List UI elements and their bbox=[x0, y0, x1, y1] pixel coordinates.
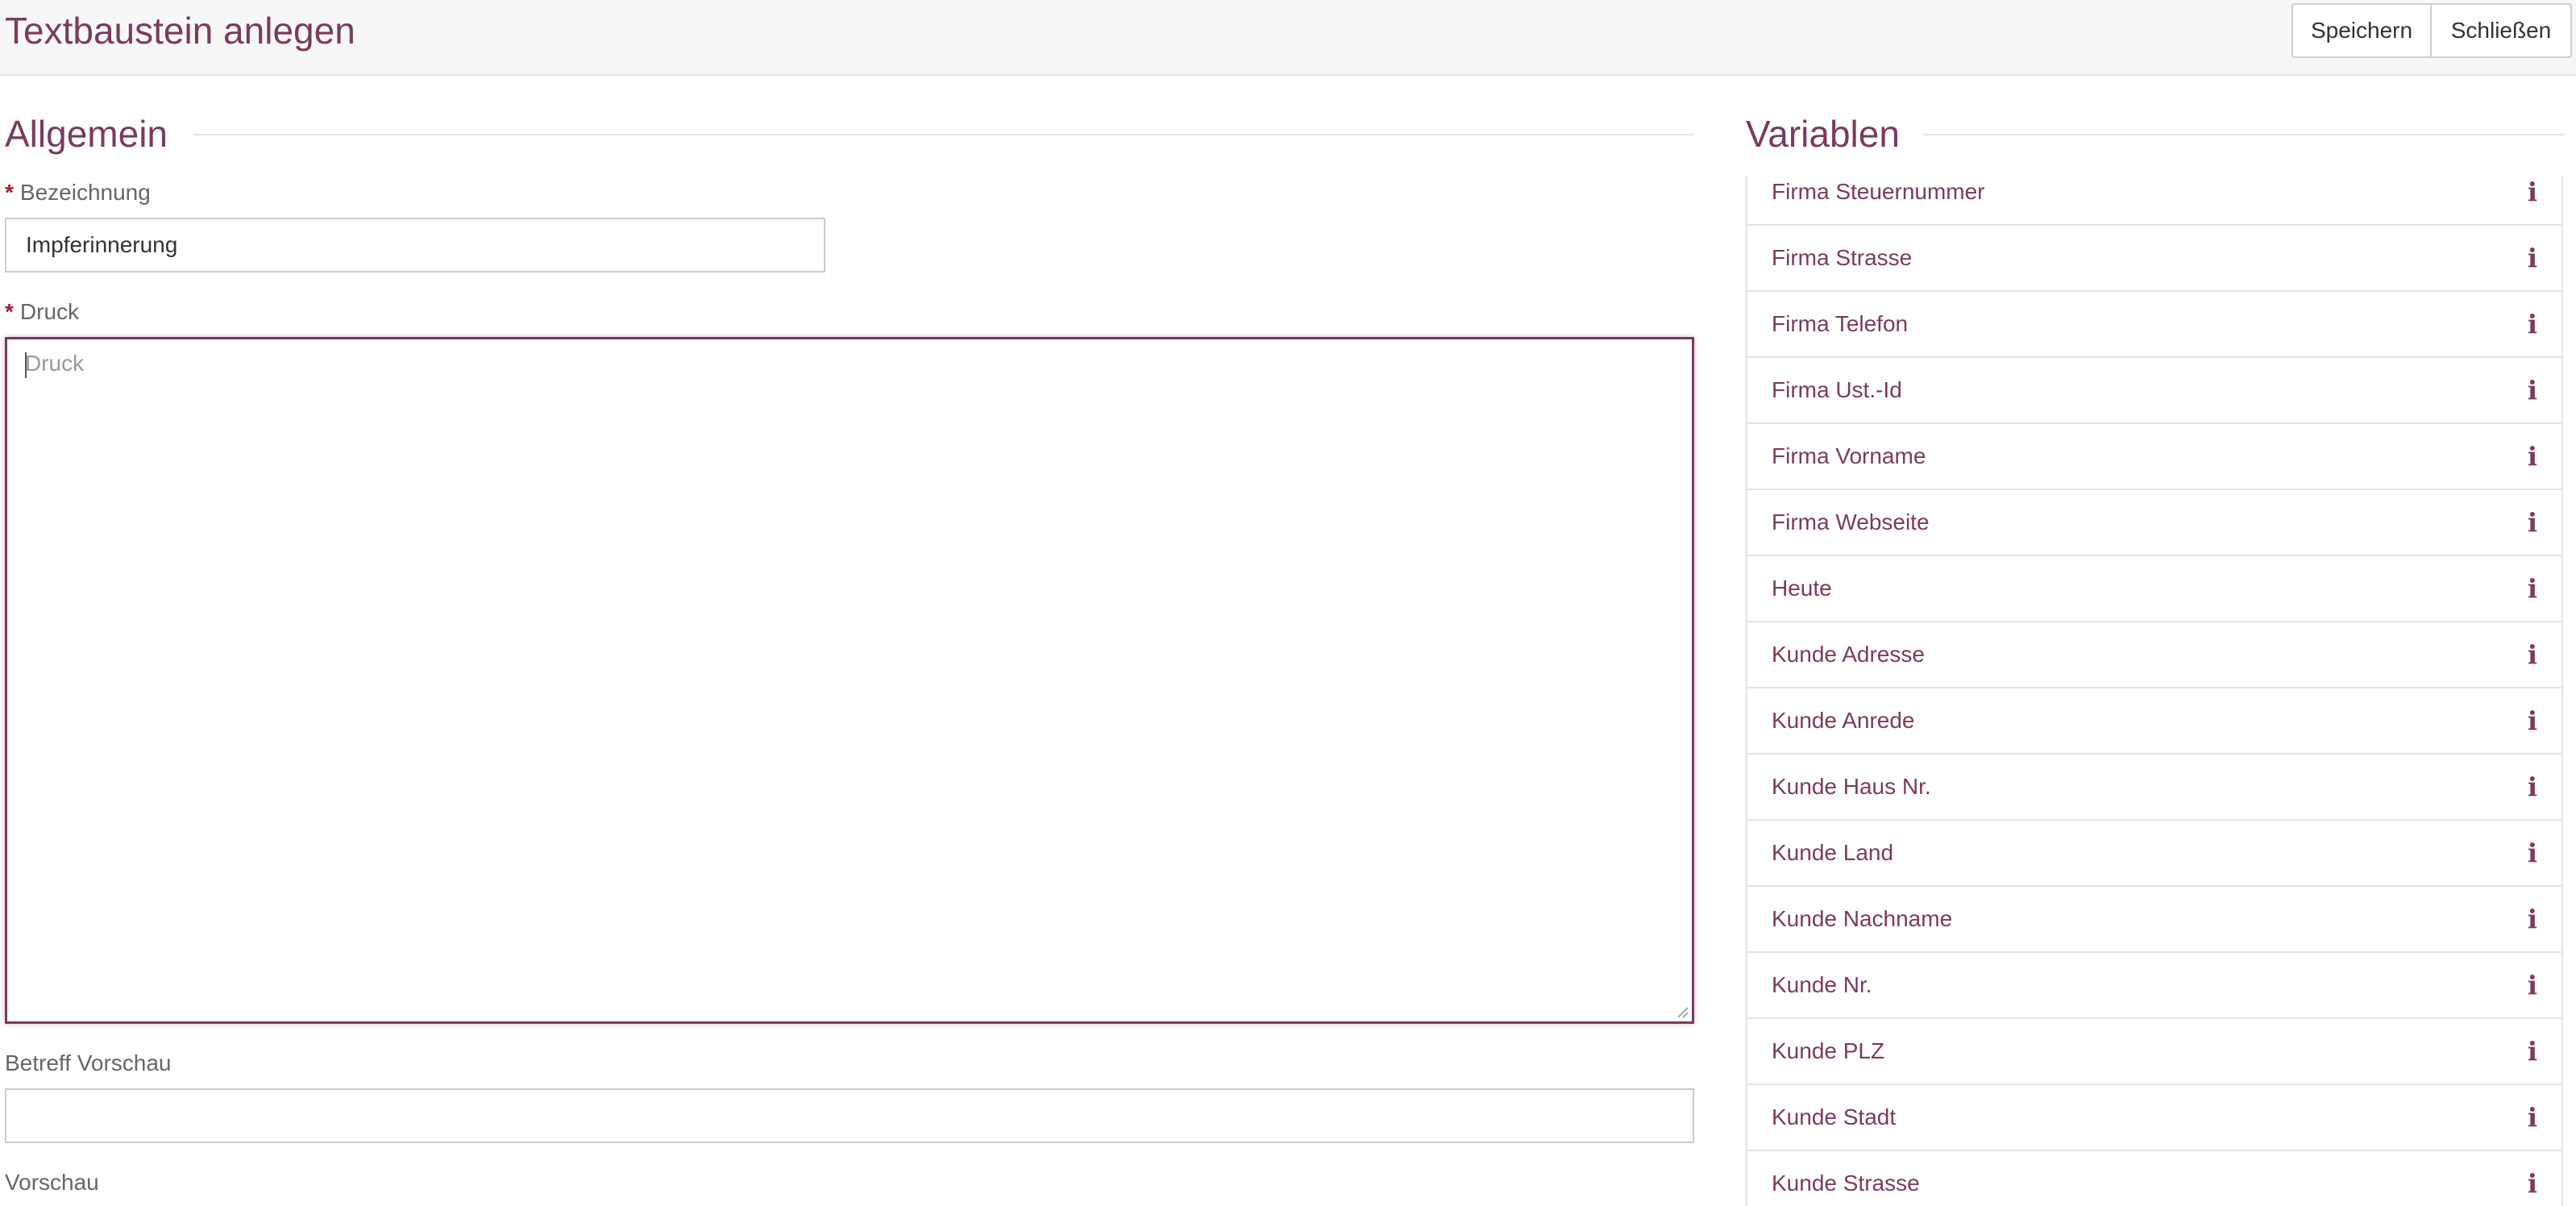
name-input[interactable]: Impferinnerung bbox=[5, 218, 825, 272]
variable-item[interactable]: Firma Strasse i bbox=[1747, 226, 2561, 292]
variable-item[interactable]: Kunde Adresse i bbox=[1747, 622, 2561, 688]
variable-label: Firma Webseite bbox=[1772, 509, 1930, 534]
variable-label: Kunde PLZ bbox=[1772, 1038, 1885, 1063]
info-icon[interactable]: i bbox=[2524, 838, 2541, 868]
info-icon[interactable]: i bbox=[2524, 639, 2541, 670]
variable-item[interactable]: Kunde PLZ i bbox=[1747, 1019, 2561, 1085]
variable-label: Kunde Anrede bbox=[1772, 708, 1915, 733]
info-icon[interactable]: i bbox=[2524, 1102, 2541, 1133]
variable-label: Kunde Land bbox=[1772, 840, 1894, 865]
page-title: Textbaustein anlegen bbox=[5, 10, 355, 52]
required-marker: * bbox=[5, 299, 14, 324]
variable-item[interactable]: Heute i bbox=[1747, 556, 2561, 622]
info-icon[interactable]: i bbox=[2524, 904, 2541, 934]
variable-label: Firma Vorname bbox=[1772, 443, 1926, 468]
section-divider-variables bbox=[1923, 134, 2565, 135]
info-icon[interactable]: i bbox=[2524, 507, 2541, 538]
info-icon[interactable]: i bbox=[2524, 1168, 2541, 1199]
info-icon[interactable]: i bbox=[2524, 771, 2541, 802]
section-divider-general bbox=[193, 134, 1694, 135]
print-field-label: * Druck bbox=[5, 298, 79, 326]
variable-item[interactable]: Firma Webseite i bbox=[1747, 490, 2561, 556]
variable-item[interactable]: Kunde Stadt i bbox=[1747, 1085, 2561, 1151]
close-button[interactable]: Schließen bbox=[2432, 3, 2572, 58]
info-icon[interactable]: i bbox=[2524, 243, 2541, 273]
subject-preview-input[interactable] bbox=[5, 1088, 1694, 1143]
variable-item[interactable]: Kunde Land i bbox=[1747, 821, 2561, 887]
info-icon[interactable]: i bbox=[2524, 970, 2541, 1000]
print-label-text: Druck bbox=[19, 299, 80, 324]
variable-item[interactable]: Firma Telefon i bbox=[1747, 292, 2561, 358]
section-title-general: Allgemein bbox=[5, 113, 168, 155]
name-field-label: * Bezeichnung bbox=[5, 179, 151, 206]
page-header: Textbaustein anlegen Speichern Schließen bbox=[0, 0, 2576, 76]
variable-item[interactable]: Kunde Haus Nr. i bbox=[1747, 755, 2561, 821]
variable-label: Firma Steuernummer bbox=[1772, 179, 1985, 204]
subject-preview-label: Betreff Vorschau bbox=[5, 1050, 172, 1075]
preview-label: Vorschau bbox=[5, 1170, 99, 1195]
info-icon[interactable]: i bbox=[2524, 177, 2541, 207]
info-icon[interactable]: i bbox=[2524, 1036, 2541, 1067]
variable-label: Kunde Stadt bbox=[1772, 1104, 1897, 1129]
name-label-text: Bezeichnung bbox=[19, 180, 151, 205]
variables-list: Firma Steuernummer i Firma Strasse i Firma T… bbox=[1746, 176, 2563, 1206]
variable-item[interactable]: Firma Steuernummer i bbox=[1747, 176, 2561, 226]
header-button-group: Speichern Schließen bbox=[2291, 3, 2572, 58]
variable-label: Kunde Adresse bbox=[1772, 642, 1925, 667]
variable-label: Heute bbox=[1772, 576, 1832, 601]
resize-grip-icon[interactable] bbox=[1676, 1005, 1689, 1018]
variable-label: Kunde Nachname bbox=[1772, 906, 1953, 931]
variable-label: Firma Ust.-Id bbox=[1772, 377, 1902, 402]
variable-label: Kunde Strasse bbox=[1772, 1171, 1920, 1196]
variable-item[interactable]: Kunde Nachname i bbox=[1747, 887, 2561, 953]
variable-item[interactable]: Kunde Strasse i bbox=[1747, 1151, 2561, 1206]
print-placeholder: Druck bbox=[25, 351, 85, 376]
info-icon[interactable]: i bbox=[2524, 441, 2541, 472]
info-icon[interactable]: i bbox=[2524, 573, 2541, 604]
variable-label: Kunde Nr. bbox=[1772, 972, 1872, 997]
info-icon[interactable]: i bbox=[2524, 375, 2541, 405]
info-icon[interactable]: i bbox=[2524, 705, 2541, 736]
variable-item[interactable]: Kunde Nr. i bbox=[1747, 953, 2561, 1019]
required-marker: * bbox=[5, 180, 14, 205]
variable-label: Firma Strasse bbox=[1772, 245, 1913, 270]
variable-label: Firma Telefon bbox=[1772, 311, 1909, 336]
info-icon[interactable]: i bbox=[2524, 309, 2541, 339]
variable-item[interactable]: Firma Ust.-Id i bbox=[1747, 358, 2561, 424]
variable-label: Kunde Haus Nr. bbox=[1772, 774, 1931, 799]
text-caret bbox=[25, 352, 27, 378]
variable-item[interactable]: Firma Vorname i bbox=[1747, 424, 2561, 490]
variable-item[interactable]: Kunde Anrede i bbox=[1747, 688, 2561, 755]
save-button[interactable]: Speichern bbox=[2291, 3, 2432, 58]
section-title-variables: Variablen bbox=[1746, 113, 1900, 155]
print-textarea[interactable]: Druck bbox=[5, 337, 1694, 1024]
